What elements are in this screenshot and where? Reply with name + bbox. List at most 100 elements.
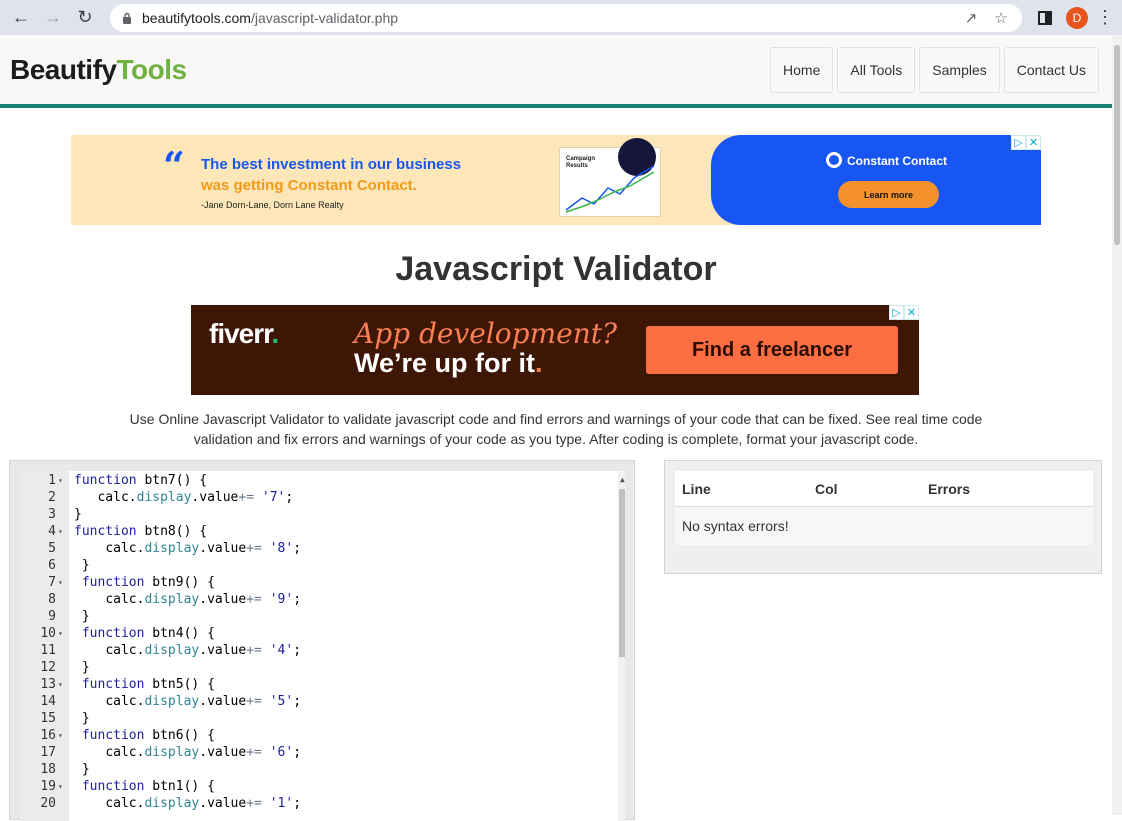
- code-text: calc.display.value+= '1';: [105, 796, 302, 811]
- fold-icon[interactable]: ▾: [58, 727, 63, 744]
- forward-icon[interactable]: →: [40, 5, 66, 31]
- page-scrollbar[interactable]: [1112, 35, 1122, 815]
- line-number: 2: [48, 490, 56, 505]
- fiverr-logo: fiverr.: [209, 318, 279, 349]
- main-nav: Home All Tools Samples Contact Us: [770, 46, 1099, 93]
- find-freelancer-button[interactable]: Find a freelancer: [646, 326, 898, 374]
- code-text: }: [81, 660, 90, 675]
- code-text: }: [81, 711, 90, 726]
- learn-more-button[interactable]: Learn more: [838, 181, 939, 208]
- code-text: }: [74, 507, 82, 522]
- avatar-letter: D: [1066, 6, 1088, 29]
- header-line: Line: [682, 480, 711, 497]
- errors-message-row: No syntax errors!: [675, 507, 1093, 545]
- code-text: }: [81, 609, 90, 624]
- fold-icon[interactable]: ▾: [58, 625, 63, 642]
- code-text: calc.display.value+= '9';: [105, 592, 302, 607]
- code-text: function btn8() {: [74, 524, 208, 539]
- site-header: BeautifyTools Home All Tools Samples Con…: [0, 35, 1122, 108]
- constant-contact-logo: Constant Contact: [826, 152, 947, 168]
- code-text: calc.display.value+= '8';: [105, 541, 302, 556]
- ad-quote-line1: The best investment in our business: [201, 156, 462, 173]
- side-panel-icon[interactable]: [1032, 5, 1058, 31]
- line-number: 18: [40, 762, 56, 777]
- line-number: 16: [40, 728, 56, 743]
- fold-icon[interactable]: ▾: [58, 523, 63, 540]
- adchoices-icon[interactable]: ▷: [889, 305, 904, 320]
- line-number: 4: [48, 524, 56, 539]
- line-number: 5: [48, 541, 56, 556]
- scroll-up-icon[interactable]: ▲: [620, 475, 625, 484]
- code-text: function btn7() {: [74, 473, 208, 488]
- header-col: Col: [815, 480, 838, 497]
- ad-quote-line2: was getting Constant Contact.: [201, 177, 417, 194]
- menu-icon[interactable]: ⋮: [1096, 7, 1114, 28]
- ad-banner-constant-contact[interactable]: “ The best investment in our business wa…: [71, 135, 1041, 225]
- header-errors: Errors: [928, 480, 971, 497]
- page-scroll-thumb[interactable]: [1114, 45, 1120, 245]
- line-number: 8: [48, 592, 56, 607]
- nav-contact-us[interactable]: Contact Us: [1003, 46, 1099, 93]
- fold-icon[interactable]: ▾: [58, 676, 63, 693]
- page-title: Javascript Validator: [395, 250, 717, 288]
- star-icon[interactable]: ☆: [990, 9, 1012, 27]
- line-number: 15: [40, 711, 56, 726]
- address-bar[interactable]: beautifytools.com/javascript-validator.p…: [110, 3, 1022, 32]
- code-text: function btn6() {: [81, 728, 215, 743]
- ad-quote-cite: -Jane Dorn-Lane, Dorn Lane Realty: [201, 200, 344, 210]
- share-icon[interactable]: ↗: [960, 9, 982, 27]
- profile-avatar[interactable]: D: [1064, 5, 1090, 31]
- line-number: 9: [48, 609, 56, 624]
- editor-scroll-thumb[interactable]: [619, 489, 625, 657]
- fold-icon[interactable]: ▾: [58, 778, 63, 795]
- line-number: 12: [40, 660, 56, 675]
- line-number: 19: [40, 779, 56, 794]
- errors-table: Line Col Errors No syntax errors!: [675, 471, 1093, 545]
- site-logo[interactable]: BeautifyTools: [10, 54, 187, 86]
- browser-toolbar: ← → ↻ beautifytools.com/javascript-valid…: [0, 0, 1122, 35]
- code-text: calc.display.value+= '4';: [105, 643, 302, 658]
- adchoices-icon[interactable]: ▷: [1011, 135, 1026, 150]
- close-ad-icon[interactable]: ✕: [904, 305, 919, 320]
- nav-all-tools[interactable]: All Tools: [837, 46, 916, 93]
- line-number: 10: [40, 626, 56, 641]
- ad2-headline: App development?: [354, 317, 618, 350]
- editor-scrollbar[interactable]: ▲: [618, 471, 625, 821]
- fold-icon[interactable]: ▾: [58, 472, 63, 489]
- back-icon[interactable]: ←: [8, 5, 34, 31]
- line-number: 11: [40, 643, 56, 658]
- line-number: 1: [48, 473, 56, 488]
- code-text: function btn9() {: [81, 575, 215, 590]
- line-number: 14: [40, 694, 56, 709]
- adchoices[interactable]: ▷ ✕: [889, 305, 919, 320]
- lock-icon: [120, 11, 134, 25]
- code-text: }: [81, 762, 90, 777]
- errors-panel: Line Col Errors No syntax errors!: [664, 460, 1102, 574]
- code-text: }: [81, 558, 90, 573]
- campaign-chart-icon: [565, 165, 655, 213]
- adchoices[interactable]: ▷ ✕: [1011, 135, 1041, 150]
- code-text: calc.display.value+= '5';: [105, 694, 302, 709]
- line-number: 3: [48, 507, 56, 522]
- campaign-results-card: Campaign Results: [559, 138, 661, 217]
- page-description: Use Online Javascript Validator to valid…: [129, 411, 983, 447]
- fold-icon[interactable]: ▾: [58, 574, 63, 591]
- nav-samples[interactable]: Samples: [919, 46, 1000, 93]
- editor-panel: ▲ 1 ▾ function btn7() {2 calc.display.valu…: [9, 460, 635, 821]
- ad-right-panel: [711, 135, 1041, 225]
- line-number: 17: [40, 745, 56, 760]
- ad2-subline: We’re up for it.: [354, 348, 543, 378]
- line-number: 7: [48, 575, 56, 590]
- nav-home[interactable]: Home: [770, 46, 834, 93]
- errors-header-row: Line Col Errors: [675, 471, 1093, 507]
- reload-icon[interactable]: ↻: [72, 5, 98, 31]
- ad-banner-fiverr[interactable]: fiverr. App development? We’re up for it…: [191, 305, 919, 395]
- code-text: calc.display.value+= '6';: [105, 745, 302, 760]
- constant-contact-icon: [826, 152, 842, 168]
- close-ad-icon[interactable]: ✕: [1026, 135, 1041, 150]
- line-number: 20: [40, 796, 56, 811]
- code-editor[interactable]: ▲ 1 ▾ function btn7() {2 calc.display.valu…: [20, 471, 625, 821]
- errors-message: No syntax errors!: [682, 518, 789, 534]
- code-text: calc.display.value+= '7';: [97, 490, 294, 505]
- code-text: function btn1() {: [81, 779, 215, 794]
